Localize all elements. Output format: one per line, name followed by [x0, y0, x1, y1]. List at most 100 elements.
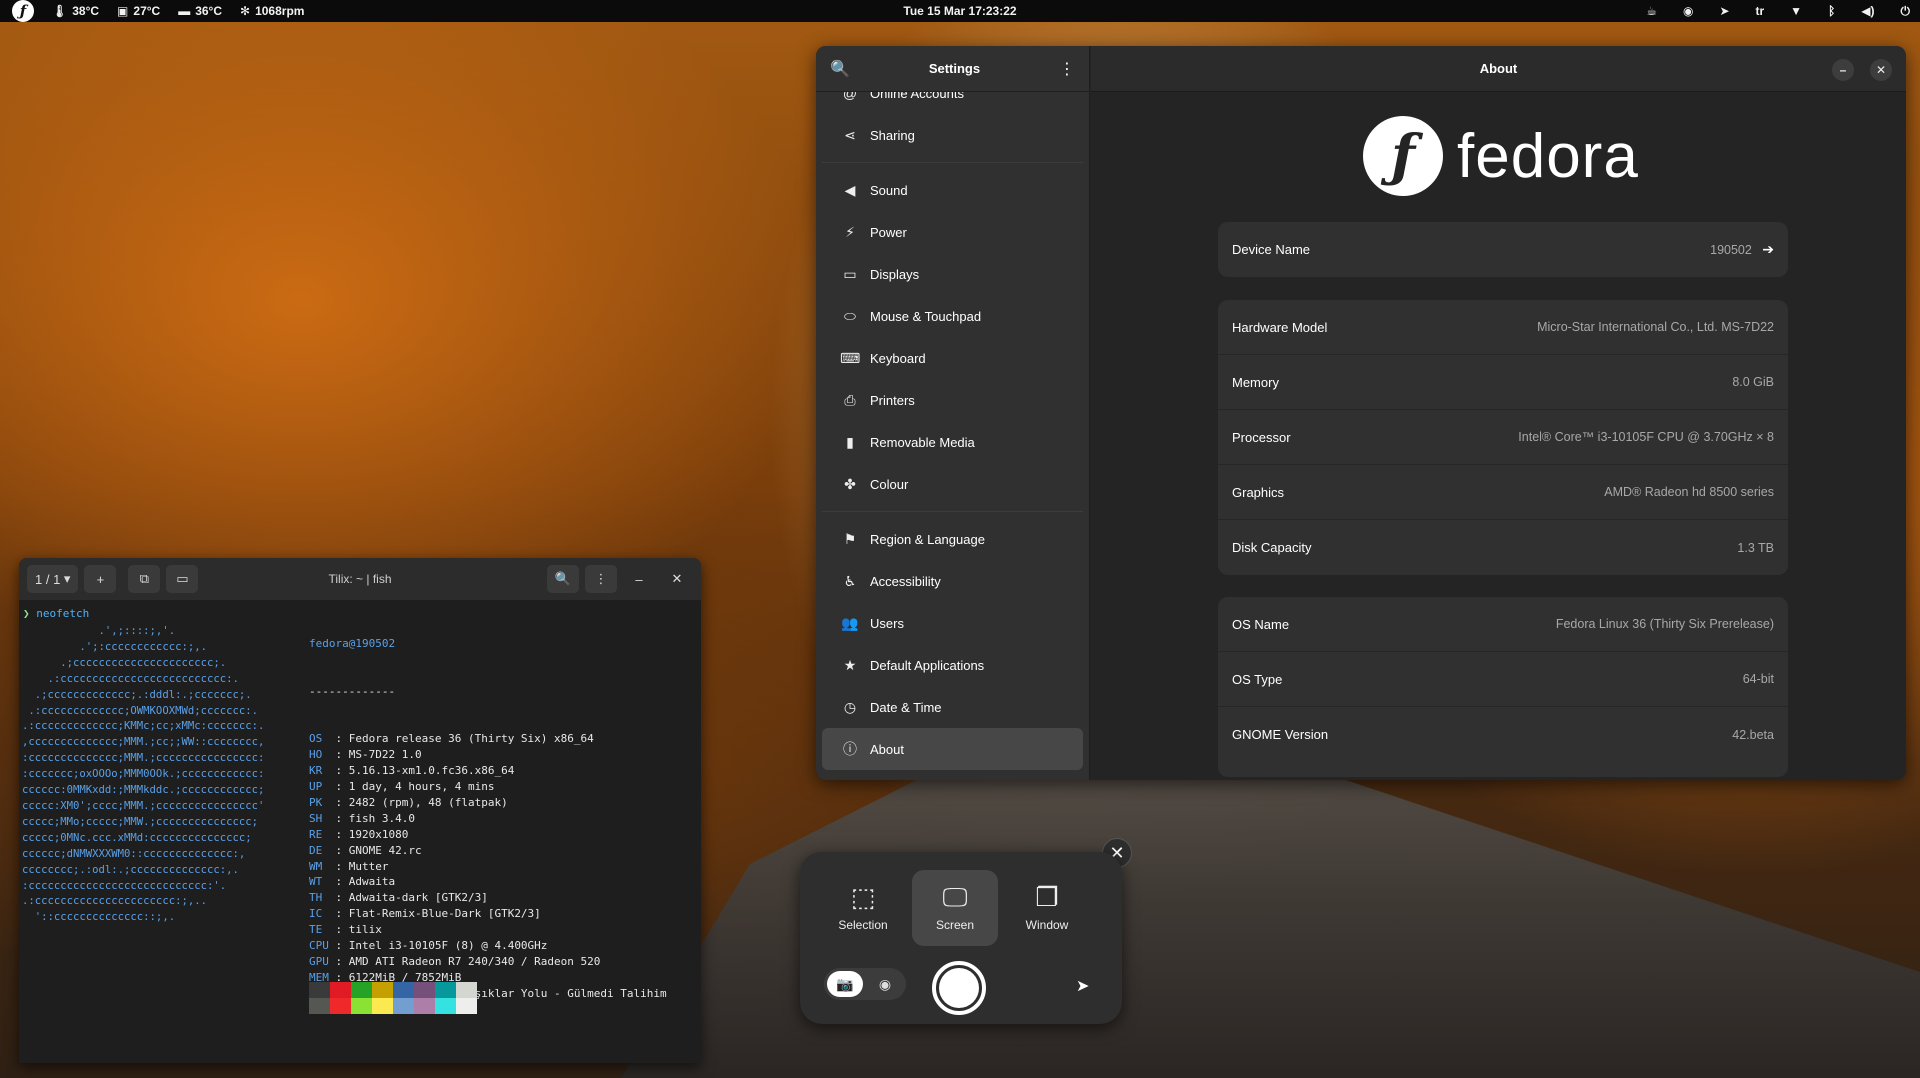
terminal-minimize-button[interactable]: –	[623, 565, 655, 593]
info-line: OS : Fedora release 36 (Thirty Six) x86_…	[309, 732, 594, 746]
terminal-close-button[interactable]: ✕	[661, 565, 693, 593]
device-name-value: 190502	[1710, 243, 1752, 257]
minimize-button[interactable]: –	[1832, 59, 1854, 81]
info-key: PK	[309, 795, 323, 809]
info-key: IC	[309, 907, 323, 921]
capture-button[interactable]	[932, 961, 986, 1015]
bluetooth-icon[interactable]: ᛒ	[1828, 4, 1835, 18]
terminal-search-button[interactable]: 🔍	[546, 565, 579, 593]
palette-swatch	[372, 998, 393, 1014]
fan-indicator[interactable]: ✻ 1068rpm	[240, 4, 304, 18]
cpu-temp-indicator[interactable]: 🌡 38°C	[52, 4, 99, 18]
activities-fedora-icon[interactable]: ƒ	[12, 0, 34, 22]
top-bar: ƒ 🌡 38°C ▣ 27°C ▬ 36°C ✻ 1068rpm Tue 15 Mar …	[0, 0, 1920, 22]
sidebar-item-label: Date & Time	[870, 699, 942, 715]
disk-icon: ▬	[178, 4, 191, 18]
hardware-label: Processor	[1232, 429, 1291, 445]
add-terminal-button[interactable]: +	[84, 565, 117, 593]
sidebar-item-label: Printers	[870, 392, 915, 408]
sidebar-item-accessibility[interactable]: ♿ Accessibility	[822, 560, 1083, 602]
power-icon: ⚡	[845, 223, 855, 240]
mode-window-button[interactable]: ❐ Window	[1004, 870, 1090, 946]
colour-icon: ✤	[844, 475, 856, 492]
info-key: TE	[309, 923, 323, 937]
os-row: OS Name Fedora Linux 36 (Thirty Six Prere…	[1218, 597, 1788, 652]
discord-icon[interactable]: ◉	[1683, 4, 1693, 18]
coffee-icon[interactable]: ☕	[1646, 4, 1657, 18]
arrow-right-icon[interactable]: ➔	[1762, 241, 1774, 257]
sidebar-item-power[interactable]: ⚡ Power	[822, 211, 1083, 253]
thermometer-icon: 🌡	[52, 4, 68, 18]
info-value: Mutter	[348, 859, 389, 873]
palette-swatch	[414, 998, 435, 1014]
search-icon[interactable]: 🔍	[830, 59, 850, 79]
sidebar-item-label: Mouse & Touchpad	[870, 308, 982, 324]
info-value: GNOME 42.rc	[348, 843, 422, 857]
sidebar-item-label: Power	[870, 224, 907, 240]
device-name-card[interactable]: Device Name 190502 ➔	[1218, 222, 1788, 277]
mode-screen-button[interactable]: 🖵 Screen	[912, 870, 998, 946]
sidebar-item-removable-media[interactable]: ▮ Removable Media	[822, 421, 1083, 463]
info-line: WM : Mutter	[309, 859, 389, 873]
session-switcher[interactable]: 1 / 1 ▾	[27, 565, 79, 593]
mb-temp-indicator[interactable]: ▣ 27°C	[117, 4, 160, 18]
info-value: 1920x1080	[348, 827, 409, 841]
terminal-menu-button[interactable]: ⋮	[585, 565, 617, 593]
tilix-terminal-window: 1 / 1 ▾ + ⧉ ▭ Tilix: ~ | fish 🔍 ⋮ – ✕ ❯ …	[19, 558, 701, 1063]
info-key: OS	[309, 732, 323, 746]
accessibility-icon: ♿	[843, 572, 857, 589]
selection-icon: ⬚	[850, 882, 876, 912]
clock[interactable]: Tue 15 Mar 17:23:22	[903, 4, 1016, 18]
close-button[interactable]: ✕	[1870, 59, 1892, 81]
mode-label: Screen	[935, 918, 975, 932]
keyboard-layout[interactable]: tr	[1756, 4, 1765, 18]
disk-temp-indicator[interactable]: ▬ 36°C	[178, 4, 222, 18]
wifi-icon[interactable]: ▼	[1790, 4, 1802, 18]
capture-type-toggle: 📷 ◉	[824, 968, 906, 1000]
hardware-label: Graphics	[1232, 484, 1285, 500]
volume-icon[interactable]: ◀)	[1861, 4, 1874, 18]
sidebar-item-date-time[interactable]: ◷ Date & Time	[822, 686, 1083, 728]
sidebar-item-mouse-touchpad[interactable]: ⬭ Mouse & Touchpad	[822, 295, 1083, 337]
os-value: Fedora Linux 36 (Thirty Six Prerelease)	[1555, 617, 1774, 631]
sidebar-item-sound[interactable]: ◀ Sound	[822, 169, 1083, 211]
split-terminal-button[interactable]: ⧉	[128, 565, 161, 593]
sidebar-item-about[interactable]: ⓘ About	[822, 728, 1083, 770]
sidebar-toggle-button[interactable]: ▭	[166, 565, 199, 593]
photo-camera-icon[interactable]: 📷	[827, 971, 863, 997]
hardware-card: Hardware Model Micro-Star International C…	[1218, 300, 1788, 575]
sidebar-item-users[interactable]: 👥 Users	[822, 602, 1083, 644]
info-key: DE	[309, 843, 323, 857]
screencast-icon[interactable]: ◉	[867, 971, 903, 997]
terminal-output[interactable]: ❯ neofetch .',;::::;,'. .';:cccccccccccc…	[19, 600, 701, 1063]
show-pointer-icon[interactable]: ➤	[1076, 976, 1089, 996]
mode-label: Window	[1025, 918, 1069, 932]
sidebar-item-printers[interactable]: ⎙ Printers	[822, 379, 1083, 421]
sidebar-item-default-applications[interactable]: ★ Default Applications	[822, 644, 1083, 686]
palette-swatch	[309, 982, 330, 998]
telegram-icon[interactable]: ➤	[1719, 4, 1729, 18]
sidebar-item-displays[interactable]: ▭ Displays	[822, 253, 1083, 295]
sidebar-item-label: Default Applications	[870, 657, 985, 673]
sidebar-item-sharing[interactable]: ⋖ Sharing	[822, 114, 1083, 156]
capture-button-inner	[939, 968, 979, 1008]
sidebar-item-keyboard[interactable]: ⌨ Keyboard	[822, 337, 1083, 379]
sidebar-item-region-language[interactable]: ⚑ Region & Language	[822, 518, 1083, 560]
palette-swatch	[351, 998, 372, 1014]
hardware-row: Graphics AMD® Radeon hd 8500 series	[1218, 465, 1788, 520]
printer-icon: ⎙	[844, 391, 856, 408]
usb-icon: ▮	[846, 433, 854, 450]
sidebar-item-colour[interactable]: ✤ Colour	[822, 463, 1083, 505]
palette-swatch	[435, 998, 456, 1014]
menu-kebab-icon[interactable]: ⋮	[1059, 59, 1075, 79]
palette-swatch	[435, 982, 456, 998]
share-icon: ⋖	[844, 126, 856, 143]
fan-icon: ✻	[240, 4, 251, 18]
sidebar-item-label: Sound	[870, 182, 908, 198]
display-icon: ▭	[843, 265, 857, 282]
info-value: tilix	[348, 923, 382, 937]
info-key: WT	[309, 875, 323, 889]
mode-selection-button[interactable]: ⬚ Selection	[820, 870, 906, 946]
power-menu-icon[interactable]: ⏻	[1901, 4, 1911, 19]
shell-prompt[interactable]: ⌂ ~	[23, 1062, 55, 1063]
